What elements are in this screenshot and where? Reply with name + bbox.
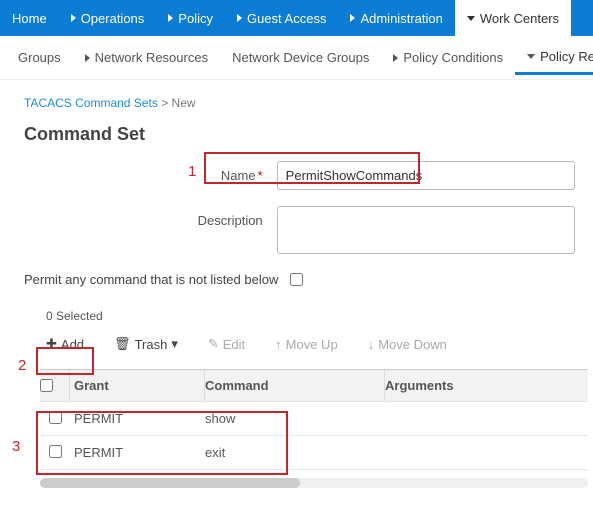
form-row-description: Description [38, 206, 575, 254]
permit-any-checkbox[interactable] [290, 273, 303, 286]
nav-home[interactable]: Home [0, 0, 59, 36]
move-down-button[interactable]: ↓ Move Down [362, 333, 453, 356]
nav-work-centers[interactable]: Work Centers [455, 0, 571, 36]
move-up-button[interactable]: ↑ Move Up [269, 333, 344, 356]
table-toolbar: ✚ Add 🗑 Trash ▾ ✎ Edit ↑ Move Up ↓ Move … [40, 329, 575, 359]
breadcrumb-sep: > [161, 96, 168, 110]
breadcrumb-current: New [172, 96, 196, 110]
subnav-groups[interactable]: Groups [6, 41, 73, 75]
add-button[interactable]: ✚ Add [40, 332, 90, 356]
table-header: Grant Command Arguments [40, 370, 588, 402]
form-row-name: Name* [38, 161, 575, 190]
trash-icon: 🗑 [114, 336, 131, 352]
horizontal-scrollbar[interactable] [40, 478, 588, 488]
top-nav: Home Operations Policy Guest Access Admi… [0, 0, 593, 36]
plus-icon: ✚ [46, 336, 57, 352]
permit-any-label: Permit any command that is not listed be… [24, 272, 278, 287]
chevron-right-icon [168, 14, 173, 22]
table-row[interactable]: PERMIT show [40, 402, 588, 436]
page-title: Command Set [24, 124, 575, 145]
edit-icon: ✎ [208, 336, 219, 352]
breadcrumb: TACACS Command Sets > New [24, 96, 575, 110]
commands-table: Grant Command Arguments PERMIT show PERM… [40, 369, 588, 470]
permit-any-row: Permit any command that is not listed be… [24, 272, 575, 287]
cell-grant: PERMIT [70, 411, 205, 426]
subnav-network-device-groups[interactable]: Network Device Groups [220, 41, 381, 75]
trash-button[interactable]: 🗑 Trash ▾ [108, 332, 184, 356]
chevron-down-icon [467, 16, 475, 21]
header-grant: Grant [70, 370, 205, 401]
select-all-checkbox[interactable] [40, 379, 53, 392]
chevron-right-icon [71, 14, 76, 22]
cell-command: show [205, 411, 385, 426]
chevron-right-icon [85, 54, 90, 62]
header-command: Command [205, 370, 385, 401]
cell-command: exit [205, 445, 385, 460]
header-arguments: Arguments [385, 370, 588, 401]
edit-button[interactable]: ✎ Edit [202, 332, 251, 356]
chevron-right-icon [393, 54, 398, 62]
name-input[interactable] [277, 161, 575, 190]
nav-guest-access[interactable]: Guest Access [225, 0, 338, 36]
selected-count: 0 Selected [46, 309, 575, 323]
description-label: Description [38, 206, 277, 228]
breadcrumb-link[interactable]: TACACS Command Sets [24, 96, 158, 110]
arrow-down-icon: ↓ [368, 337, 375, 352]
cell-grant: PERMIT [70, 445, 205, 460]
nav-policy[interactable]: Policy [156, 0, 225, 36]
name-label: Name* [38, 161, 277, 183]
table-row[interactable]: PERMIT exit [40, 436, 588, 470]
arrow-up-icon: ↑ [275, 337, 282, 352]
subnav-policy-results[interactable]: Policy Results [515, 41, 593, 75]
description-input[interactable] [277, 206, 575, 254]
chevron-down-icon [527, 54, 535, 59]
chevron-down-icon: ▾ [171, 336, 178, 352]
row-checkbox[interactable] [49, 411, 62, 424]
subnav-policy-conditions[interactable]: Policy Conditions [381, 41, 515, 75]
chevron-right-icon [350, 14, 355, 22]
header-checkbox-cell [40, 370, 70, 401]
subnav-network-resources[interactable]: Network Resources [73, 41, 220, 75]
nav-operations[interactable]: Operations [59, 0, 157, 36]
chevron-right-icon [237, 14, 242, 22]
row-checkbox[interactable] [49, 445, 62, 458]
form: Name* Description [38, 161, 575, 254]
nav-administration[interactable]: Administration [338, 0, 454, 36]
content: TACACS Command Sets > New Command Set Na… [0, 80, 593, 488]
sub-nav: Groups Network Resources Network Device … [0, 36, 593, 80]
scrollbar-thumb[interactable] [40, 478, 300, 488]
required-asterisk: * [258, 168, 263, 183]
